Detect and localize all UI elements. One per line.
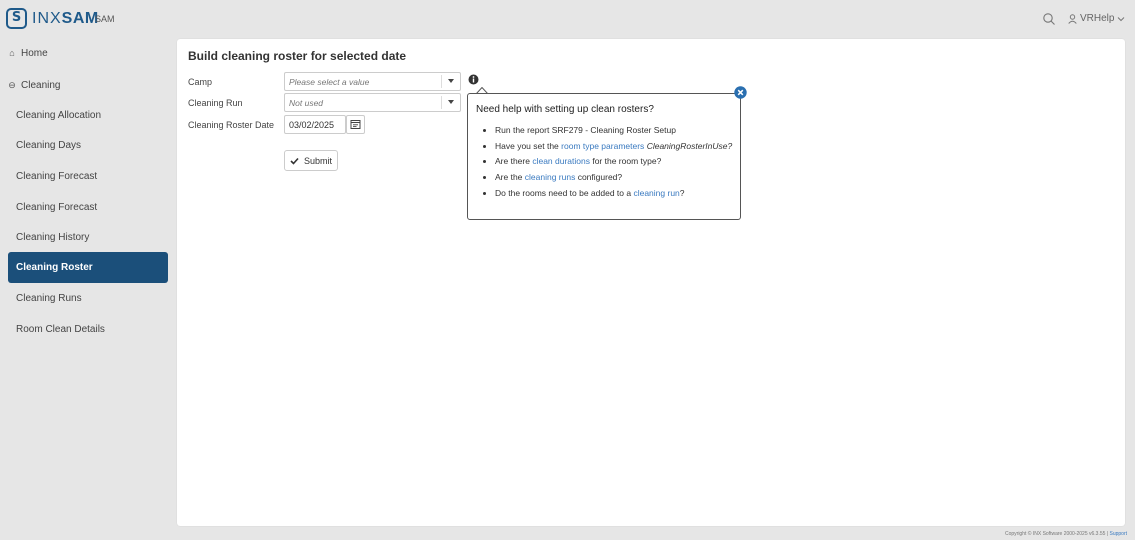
sidebar-item-cleaning-forecast-2[interactable]: Cleaning Forecast [8, 192, 168, 223]
info-icon[interactable] [468, 74, 479, 85]
calendar-icon [350, 120, 361, 129]
home-icon: ⌂ [9, 48, 15, 58]
roster-date-label: Cleaning Roster Date [188, 120, 275, 130]
page-title: Build cleaning roster for selected date [188, 49, 407, 63]
clean-durations-link[interactable]: clean durations [532, 156, 590, 166]
help-item: Have you set the room type parameters Cl… [495, 141, 734, 151]
sidebar-item-cleaning-days[interactable]: Cleaning Days [8, 130, 168, 161]
help-popup-title: Need help with setting up clean rosters? [476, 104, 654, 115]
camp-label: Camp [188, 77, 213, 87]
select-divider [441, 75, 442, 88]
logo-icon: S [6, 8, 27, 29]
cleaning-run-label: Cleaning Run [188, 98, 243, 108]
copyright-text: Copyright © INX Software 2000-2025 v6.3.… [1004, 531, 1110, 537]
roster-date-input[interactable]: 03/02/2025 [284, 115, 346, 134]
sidebar-item-room-clean-details[interactable]: Room Clean Details [8, 314, 168, 345]
calendar-button[interactable] [346, 115, 365, 134]
submit-label: Submit [303, 155, 332, 166]
user-menu[interactable]: VRHelp [1068, 13, 1128, 24]
sidebar-item-cleaning-runs[interactable]: Cleaning Runs [8, 283, 168, 314]
sidebar-item-cleaning-roster[interactable]: Cleaning Roster [8, 252, 168, 283]
sidebar-item-label: Cleaning [21, 79, 61, 91]
sidebar-item-cleaning[interactable]: ⊖ Cleaning [0, 75, 60, 95]
footer: Copyright © INX Software 2000-2025 v6.3.… [1005, 531, 1127, 537]
help-item: Run the report SRF279 - Cleaning Roster … [495, 125, 734, 135]
help-item: Do the rooms need to be added to a clean… [495, 188, 734, 198]
user-name: VRHelp [1080, 13, 1115, 24]
checkmark-icon [290, 157, 299, 165]
app-logo[interactable]: S INXSAM [6, 8, 99, 29]
logo-text: INXSAM [32, 9, 99, 27]
submit-button[interactable]: Submit [284, 150, 338, 171]
room-type-parameters-link[interactable]: room type parameters [561, 141, 644, 151]
cleaning-run-select-value: Not used [289, 98, 324, 108]
help-item: Are there clean durations for the room t… [495, 156, 734, 166]
dropdown-arrow-icon [448, 79, 454, 83]
collapse-circle-icon: ⊖ [8, 79, 16, 90]
close-icon[interactable] [734, 86, 747, 99]
user-icon [1068, 13, 1077, 24]
sidebar-item-cleaning-allocation[interactable]: Cleaning Allocation [8, 100, 168, 131]
camp-select[interactable]: Please select a value [284, 72, 461, 91]
sidebar-item-cleaning-history[interactable]: Cleaning History [8, 222, 168, 253]
select-divider [441, 96, 442, 109]
help-popup: Need help with setting up clean rosters?… [467, 93, 741, 220]
camp-select-value: Please select a value [289, 77, 370, 87]
help-item: Are the cleaning runs configured? [495, 172, 734, 182]
top-bar: S INXSAM SAM VRHelp [0, 0, 1135, 38]
app-name: SAM [95, 14, 115, 24]
sidebar-item-label: Home [21, 47, 48, 59]
chevron-down-icon [1118, 16, 1125, 21]
dropdown-arrow-icon [448, 100, 454, 104]
support-link[interactable]: Support [1109, 531, 1127, 537]
help-list: Run the report SRF279 - Cleaning Roster … [484, 125, 734, 203]
search-icon[interactable] [1042, 12, 1056, 26]
sidebar-item-home[interactable]: ⌂ Home [0, 43, 48, 63]
cleaning-run-select[interactable]: Not used [284, 93, 461, 112]
cleaning-run-link[interactable]: cleaning run [633, 188, 679, 198]
sidebar-item-cleaning-forecast[interactable]: Cleaning Forecast [8, 161, 168, 192]
cleaning-runs-link[interactable]: cleaning runs [525, 172, 576, 182]
